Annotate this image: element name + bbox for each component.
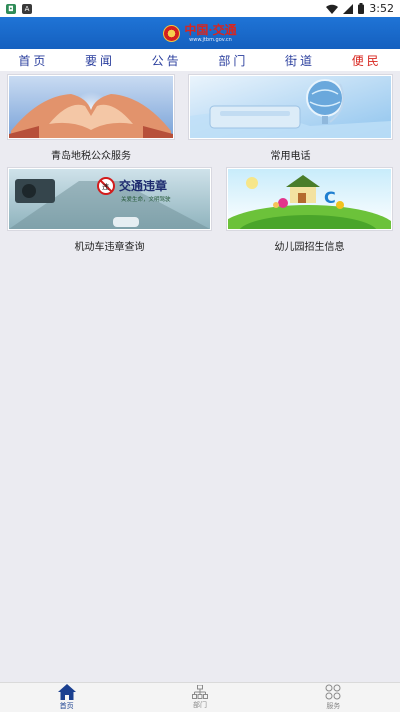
tab-home[interactable]: 首页	[0, 683, 133, 712]
top-nav: 首页 要闻 公告 部门 街道 便民	[0, 49, 400, 71]
svg-text:C: C	[324, 188, 336, 207]
svg-text:违: 违	[102, 183, 109, 191]
status-right: 3:52	[326, 2, 394, 15]
signal-icon	[343, 3, 354, 14]
header-title-text: 中国·交通	[184, 22, 237, 37]
battery-icon	[358, 3, 365, 14]
traffic-image-subtitle: 关爱生命，文明驾驶	[121, 195, 171, 203]
home-icon	[57, 684, 76, 700]
tab-label: 首页	[59, 702, 74, 710]
notification-app-icon: ◘	[6, 3, 16, 14]
tab-services[interactable]: 服务	[267, 683, 400, 712]
status-bar: ◘ A 3:52	[0, 0, 400, 17]
notification-a-icon: A	[22, 3, 32, 14]
nav-item-departments[interactable]: 部门	[200, 52, 267, 69]
traffic-image-title: 交通违章	[119, 178, 167, 193]
kindergarten-image: C	[226, 167, 393, 231]
service-card-label: 幼儿园招生信息	[274, 242, 345, 253]
traffic-violation-image: 违 交通违章 关爱生命，文明驾驶	[7, 167, 212, 231]
globe-phone-image	[188, 74, 393, 140]
service-card-tax[interactable]: 青岛地税公众服务	[7, 74, 175, 162]
national-emblem-icon	[163, 24, 181, 42]
wifi-icon	[326, 4, 339, 14]
heart-hands-image	[7, 74, 175, 140]
service-card-phone[interactable]: 常用电话	[188, 74, 393, 162]
nav-item-streets[interactable]: 街道	[267, 52, 334, 69]
status-time: 3:52	[369, 2, 394, 15]
tab-departments[interactable]: 部门	[133, 683, 266, 712]
tab-label: 服务	[326, 702, 341, 710]
app-header: 中国·交通 www.jtbm.gov.cn	[0, 17, 400, 49]
nav-item-convenience[interactable]: 便民	[333, 52, 400, 69]
status-left-icons: ◘ A	[6, 3, 32, 14]
bottom-tab-bar: 首页 部门 服务	[0, 682, 400, 712]
service-card-traffic[interactable]: 违 交通违章 关爱生命，文明驾驶 机动车违章查询	[7, 167, 212, 255]
grid-circles-icon	[325, 684, 341, 700]
header-subtitle: www.jtbm.gov.cn	[189, 36, 232, 43]
header-title: 中国·交通 www.jtbm.gov.cn	[184, 24, 236, 43]
org-chart-icon	[191, 685, 208, 699]
nav-item-home[interactable]: 首页	[0, 52, 67, 69]
nav-item-news[interactable]: 要闻	[67, 52, 134, 69]
service-card-label: 机动车违章查询	[74, 242, 145, 253]
nav-item-notices[interactable]: 公告	[133, 52, 200, 69]
service-card-kindergarten[interactable]: C 幼儿园招生信息	[226, 167, 393, 255]
tab-label: 部门	[192, 701, 207, 709]
service-card-label: 常用电话	[270, 151, 311, 162]
service-card-label: 青岛地税公众服务	[51, 151, 131, 162]
